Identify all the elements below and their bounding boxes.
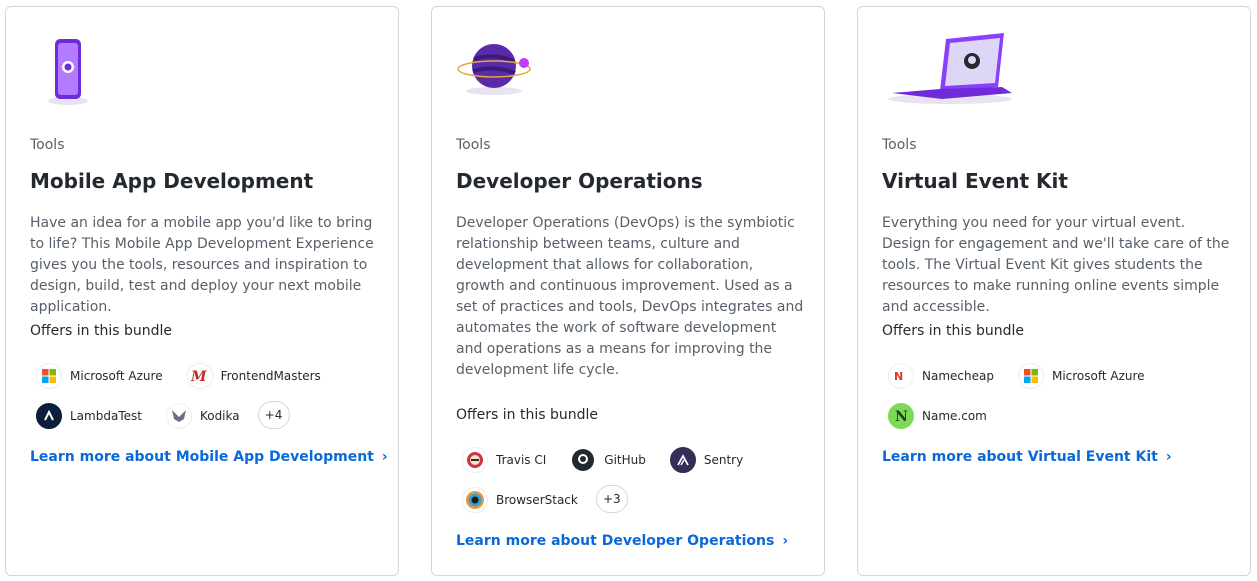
kodika-logo-icon xyxy=(165,403,192,429)
card-description: Everything you need for your virtual eve… xyxy=(882,215,1230,315)
svg-text:N: N xyxy=(894,370,903,383)
partner-list: Travis CI GitHub Sentry BrowserStack +3 xyxy=(456,445,806,515)
partner-travis-ci[interactable]: Travis CI xyxy=(456,445,550,475)
github-logo-icon xyxy=(570,447,597,473)
partner-name: Travis CI xyxy=(496,453,547,467)
chevron-right-icon: › xyxy=(381,449,388,465)
card-category: Tools xyxy=(882,137,917,153)
card-category: Tools xyxy=(456,137,491,153)
partner-list: Microsoft Azure M FrontendMasters Lambda… xyxy=(30,361,380,431)
card-description: Have an idea for a mobile app you'd like… xyxy=(30,215,374,315)
partner-name: Microsoft Azure xyxy=(1051,369,1145,383)
card-title: Developer Operations xyxy=(456,169,703,193)
partner-microsoft-azure[interactable]: Microsoft Azure xyxy=(1012,361,1149,391)
card-description: Developer Operations (DevOps) is the sym… xyxy=(456,215,804,378)
partner-name: Sentry xyxy=(703,453,744,467)
chevron-right-icon: › xyxy=(1165,449,1172,465)
svg-text:N: N xyxy=(895,409,908,424)
offers-label: Offers in this bundle xyxy=(882,323,1025,339)
partner-name: LambdaTest xyxy=(70,409,142,423)
partner-github[interactable]: GitHub xyxy=(564,445,650,475)
partner-name-com[interactable]: N Name.com xyxy=(882,401,991,431)
sentry-logo-icon xyxy=(669,447,696,473)
partner-microsoft-azure[interactable]: Microsoft Azure xyxy=(30,361,167,391)
partner-namecheap[interactable]: N Namecheap xyxy=(882,361,998,391)
partner-name: Name.com xyxy=(922,409,987,423)
partner-browserstack[interactable]: BrowserStack xyxy=(456,485,582,515)
partner-name: GitHub xyxy=(604,453,646,467)
partner-name: Namecheap xyxy=(922,369,994,383)
bundle-card-mobile-app-development: Tools Mobile App Development Have an ide… xyxy=(5,6,399,576)
learn-more-label: Learn more about Virtual Event Kit xyxy=(882,449,1158,465)
more-partners-chip[interactable]: +3 xyxy=(595,485,628,513)
card-title: Mobile App Development xyxy=(30,169,314,193)
learn-more-link[interactable]: Learn more about Mobile App Development … xyxy=(30,449,388,465)
partner-frontendmasters[interactable]: M FrontendMasters xyxy=(181,361,325,391)
planet-illustration-icon xyxy=(456,29,606,109)
partner-name: Microsoft Azure xyxy=(70,369,163,383)
learn-more-label: Learn more about Mobile App Development xyxy=(30,449,374,465)
learn-more-link[interactable]: Learn more about Virtual Event Kit › xyxy=(882,449,1172,465)
partner-name: FrontendMasters xyxy=(220,369,321,383)
card-category: Tools xyxy=(30,137,65,153)
lambdatest-logo-icon xyxy=(36,403,62,429)
partner-lambdatest[interactable]: LambdaTest xyxy=(30,401,146,431)
laptop-illustration-icon xyxy=(882,29,1032,109)
mobile-phone-illustration-icon xyxy=(30,29,180,109)
namecheap-logo-icon: N xyxy=(888,363,914,389)
more-partners-chip[interactable]: +4 xyxy=(257,401,290,429)
microsoft-logo-icon xyxy=(1017,363,1044,389)
bundle-card-developer-operations: Tools Developer Operations Developer Ope… xyxy=(431,6,825,576)
chevron-right-icon: › xyxy=(782,533,789,549)
partner-sentry[interactable]: Sentry xyxy=(664,445,747,475)
frontendmasters-logo-icon: M xyxy=(186,363,213,389)
card-title: Virtual Event Kit xyxy=(882,169,1068,193)
partner-name: Kodika xyxy=(199,409,240,423)
travis-ci-logo-icon xyxy=(462,447,488,473)
learn-more-link[interactable]: Learn more about Developer Operations › xyxy=(456,533,788,549)
offers-label: Offers in this bundle xyxy=(456,407,599,423)
microsoft-logo-icon xyxy=(36,363,62,389)
name-com-logo-icon: N xyxy=(888,403,914,429)
offers-label: Offers in this bundle xyxy=(30,323,173,339)
svg-text:M: M xyxy=(190,369,207,384)
partner-kodika[interactable]: Kodika xyxy=(160,401,244,431)
partner-name: BrowserStack xyxy=(496,493,578,507)
bundle-card-virtual-event-kit: Tools Virtual Event Kit Everything you n… xyxy=(857,6,1251,576)
browserstack-logo-icon xyxy=(462,487,488,513)
learn-more-label: Learn more about Developer Operations xyxy=(456,533,775,549)
partner-list: N Namecheap Microsoft Azure N Name.com xyxy=(882,361,1232,431)
